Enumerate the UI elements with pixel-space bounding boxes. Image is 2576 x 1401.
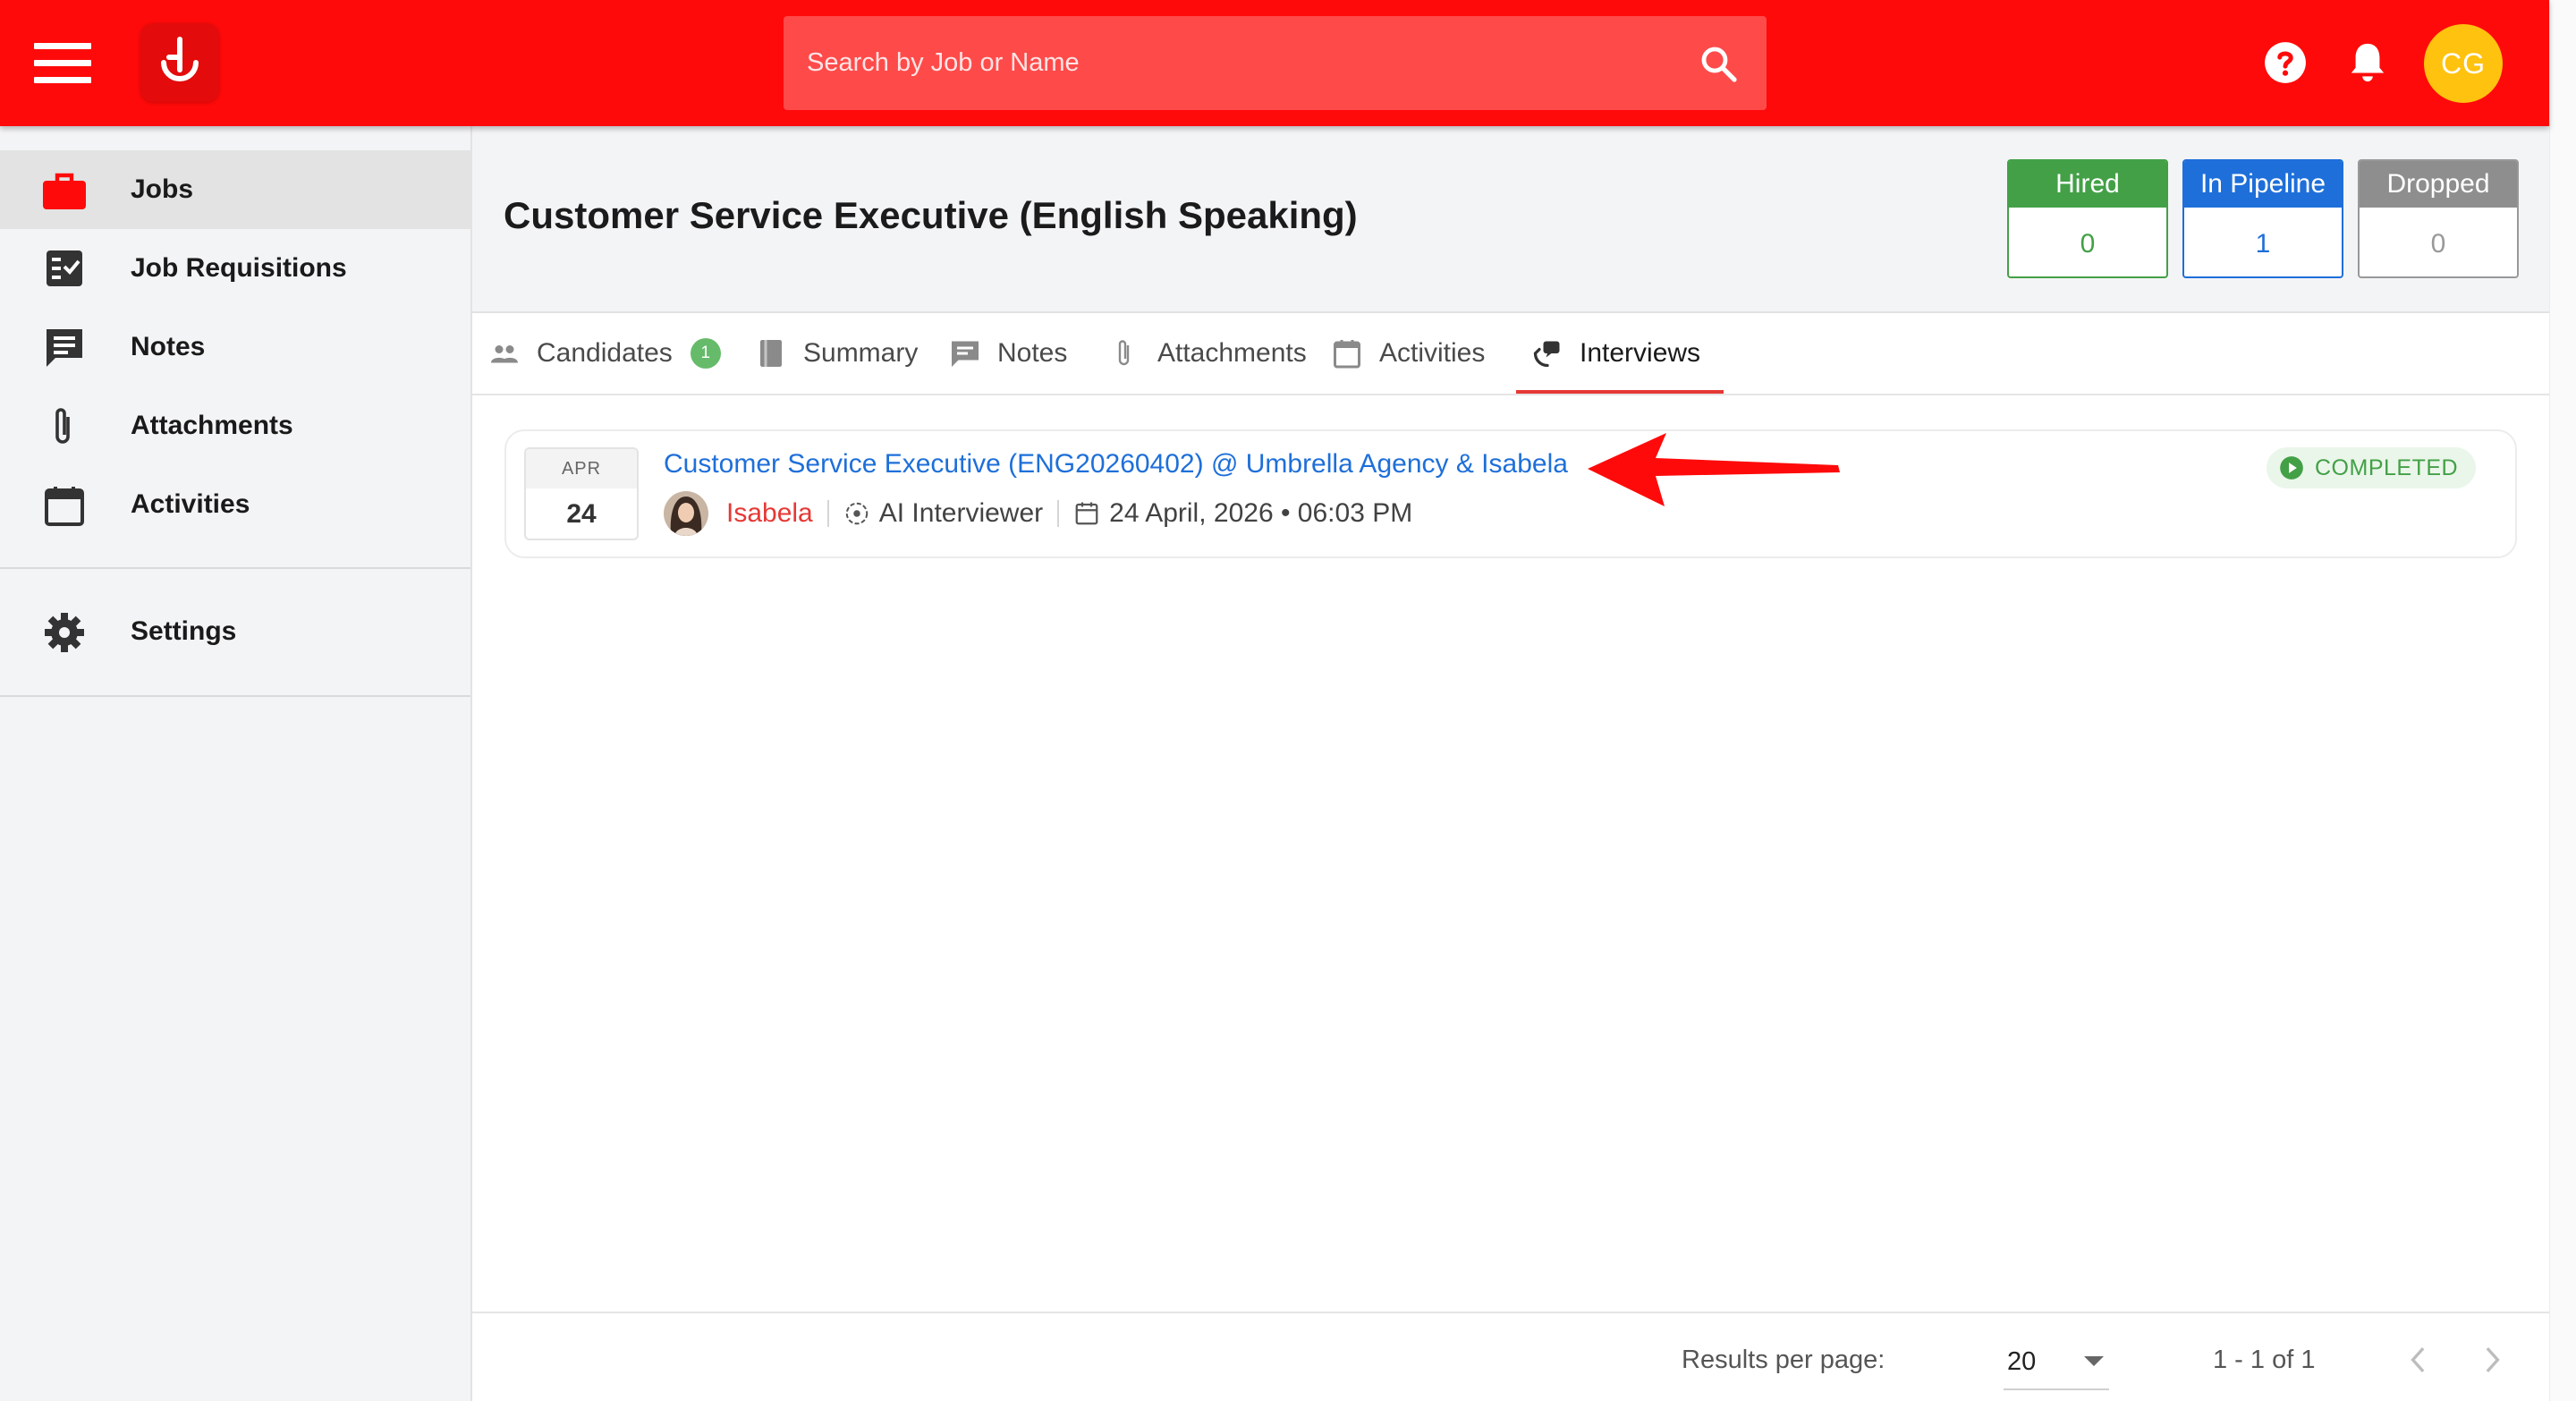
sidebar-item-settings[interactable]: Settings	[0, 592, 470, 671]
candidate-name[interactable]: Isabela	[726, 498, 813, 529]
chevron-right-icon[interactable]	[2479, 1344, 2504, 1376]
interview-datetime: 24 April, 2026 • 06:03 PM	[1109, 498, 1413, 528]
briefcase-icon	[43, 173, 86, 209]
tab-summary[interactable]: Summary	[755, 313, 918, 394]
meta-divider	[1057, 500, 1060, 527]
chevron-left-icon[interactable]	[2406, 1344, 2431, 1376]
top-app-bar: CG	[0, 0, 2549, 126]
paperclip-icon	[1118, 340, 1130, 366]
results-per-page-label: Results per page:	[1682, 1346, 1885, 1374]
pipeline-stat[interactable]: In Pipeline 1	[2182, 159, 2343, 278]
tab-label: Notes	[997, 338, 1068, 368]
sidebar-item-jobs[interactable]: Jobs	[0, 150, 470, 229]
sidebar-item-activities[interactable]: Activities	[0, 465, 470, 544]
active-tab-indicator	[1516, 390, 1724, 394]
sidebar-divider	[0, 695, 470, 697]
interview-month: APR	[526, 449, 637, 488]
sidebar-item-label: Job Requisitions	[131, 253, 347, 283]
dropped-stat[interactable]: Dropped 0	[2358, 159, 2519, 278]
ai-interviewer-icon	[845, 502, 868, 525]
app-logo[interactable]	[140, 23, 219, 102]
hired-label: Hired	[2009, 161, 2166, 208]
status-badge: COMPLETED	[2267, 447, 2477, 488]
meta-divider	[826, 500, 829, 527]
annotation-arrow	[1588, 433, 1840, 506]
interview-meta: Isabela AI Interviewer 24 April, 2026 • …	[664, 490, 1412, 537]
tab-label: Summary	[803, 338, 919, 368]
tab-activities[interactable]: Activities	[1331, 313, 1485, 394]
search-icon[interactable]	[1698, 43, 1741, 86]
interview-icon	[1533, 341, 1560, 368]
status-text: COMPLETED	[2315, 454, 2459, 480]
page-title: Customer Service Executive (English Spea…	[504, 194, 1358, 236]
candidate-avatar	[664, 491, 708, 536]
tab-attachments[interactable]: Attachments	[1109, 313, 1307, 394]
user-avatar[interactable]: CG	[2424, 24, 2503, 103]
calendar-icon	[1334, 340, 1360, 369]
sidebar-item-label: Jobs	[131, 174, 194, 204]
menu-icon[interactable]	[34, 43, 91, 84]
calendar-icon	[45, 487, 84, 526]
tab-candidates[interactable]: Candidates 1	[488, 313, 721, 394]
pipeline-count: 1	[2255, 228, 2271, 259]
sidebar-item-label: Attachments	[131, 411, 293, 440]
paperclip-icon	[55, 408, 70, 444]
tab-label: Candidates	[537, 338, 673, 368]
gear-icon	[45, 613, 84, 652]
interview-title-link[interactable]: Customer Service Executive (ENG20260402)…	[664, 449, 1568, 480]
pipeline-label: In Pipeline	[2184, 161, 2342, 208]
search-input[interactable]	[807, 16, 1665, 110]
tab-label: Interviews	[1580, 338, 1701, 368]
tab-interviews[interactable]: Interviews	[1531, 313, 1700, 394]
dropped-count: 0	[2430, 228, 2446, 259]
page-header: Customer Service Executive (English Spea…	[472, 126, 2549, 313]
chevron-down-icon	[2084, 1356, 2104, 1366]
results-per-page-select[interactable]: 20	[2004, 1337, 2109, 1390]
pagination-range: 1 - 1 of 1	[2213, 1346, 2316, 1374]
dropped-label: Dropped	[2360, 161, 2517, 208]
tab-label: Activities	[1379, 338, 1486, 368]
interview-date-box: APR 24	[524, 447, 639, 540]
interview-card[interactable]: APR 24 Customer Service Executive (ENG20…	[504, 429, 2517, 558]
hired-count: 0	[2080, 228, 2096, 259]
play-circle-icon	[2280, 456, 2303, 480]
sidebar: Jobs Job Requisitions Notes Attachments …	[0, 126, 472, 1401]
note-icon	[952, 341, 979, 367]
sidebar-divider	[0, 567, 470, 569]
bell-icon[interactable]	[2347, 40, 2388, 85]
sidebar-item-attachments[interactable]: Attachments	[0, 386, 470, 465]
help-icon[interactable]	[2263, 40, 2308, 85]
pagination-footer: Results per page: 20 1 - 1 of 1	[472, 1312, 2549, 1401]
sidebar-item-label: Activities	[131, 489, 250, 519]
tab-notes[interactable]: Notes	[949, 313, 1067, 394]
tab-label: Attachments	[1157, 338, 1307, 368]
hired-stat[interactable]: Hired 0	[2007, 159, 2168, 278]
interviews-list: APR 24 Customer Service Executive (ENG20…	[472, 395, 2549, 1312]
book-icon	[760, 340, 782, 367]
note-icon	[47, 329, 82, 367]
sidebar-item-label: Notes	[131, 332, 206, 361]
sidebar-item-notes[interactable]: Notes	[0, 308, 470, 386]
people-icon	[491, 345, 518, 363]
search-bar	[784, 16, 1767, 110]
sidebar-item-job-requisitions[interactable]: Job Requisitions	[0, 229, 470, 308]
candidates-count-badge: 1	[690, 338, 721, 369]
calendar-icon	[1075, 502, 1098, 525]
interviewer-type: AI Interviewer	[878, 498, 1044, 528]
sidebar-item-label: Settings	[131, 616, 237, 646]
checklist-icon	[47, 250, 82, 286]
tab-bar: Candidates 1 Summary Notes Attachments A…	[472, 313, 2549, 395]
interview-day: 24	[566, 499, 597, 529]
results-per-page-value: 20	[2007, 1347, 2037, 1376]
page-scrollbar[interactable]	[2549, 0, 2576, 1401]
